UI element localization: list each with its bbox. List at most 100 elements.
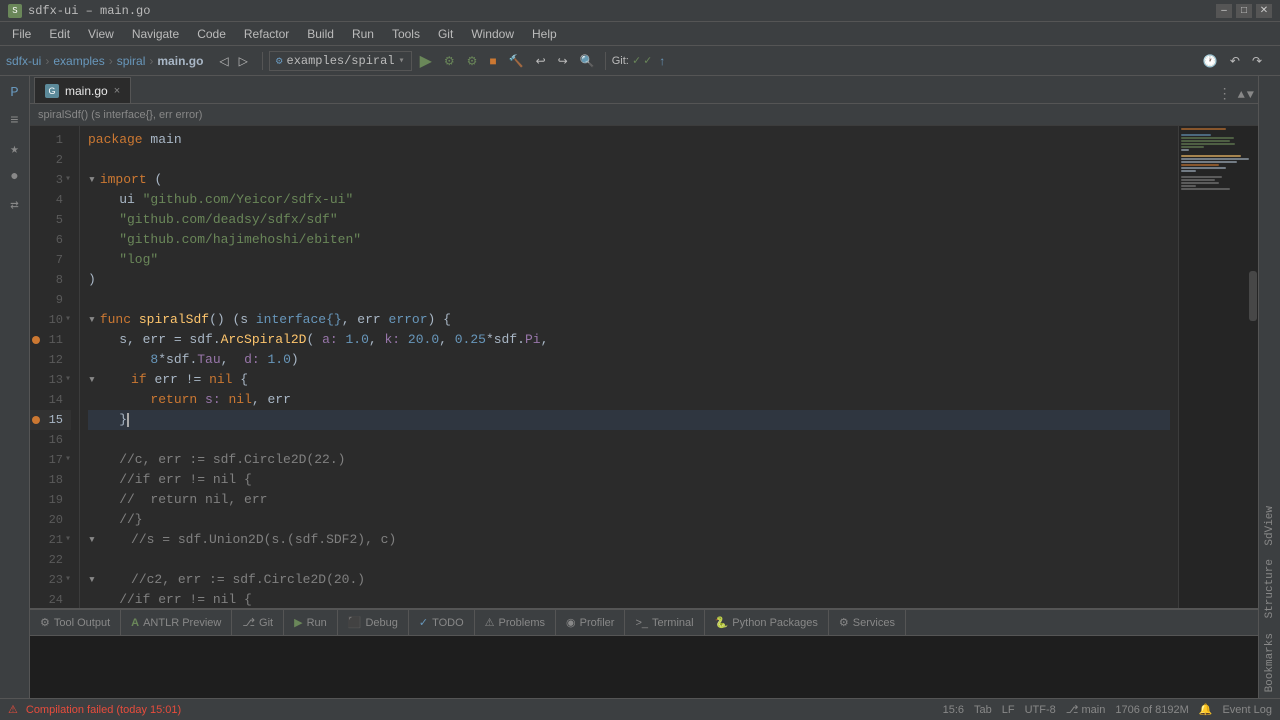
compile-error-icon: ⚠ — [8, 703, 18, 716]
menu-edit[interactable]: Edit — [41, 25, 78, 43]
run-button[interactable]: ▶ — [416, 49, 436, 73]
minimap-line — [1181, 167, 1226, 169]
breadcrumb-file[interactable]: main.go — [157, 54, 203, 68]
code-line-4: ui "github.com/Yeicor/sdfx-ui" — [88, 190, 1170, 210]
editor-tab-main-go[interactable]: G main.go × — [34, 77, 131, 103]
line-num-4: 4 — [30, 190, 71, 210]
tab-bar: G main.go × ⋮ ▲ ▼ — [30, 76, 1258, 104]
right-sidebar-structure[interactable]: Structure — [1262, 553, 1278, 624]
expand-button[interactable]: ▼ — [1247, 88, 1254, 102]
right-sidebar-sdview[interactable]: SdView — [1262, 500, 1278, 552]
menu-help[interactable]: Help — [524, 25, 565, 43]
bottom-tab-profiler[interactable]: ◉ Profiler — [556, 610, 625, 636]
breadcrumb: sdfx-ui › examples › spiral › main.go — [6, 54, 203, 68]
back-button[interactable]: ◁ — [215, 52, 232, 70]
stop-button[interactable]: ■ — [485, 52, 500, 70]
compile-error-text[interactable]: Compilation failed (today 15:01) — [26, 704, 181, 716]
menu-build[interactable]: Build — [299, 25, 342, 43]
minimap-scrollbar[interactable] — [1249, 271, 1257, 321]
redo-button[interactable]: ↷ — [1248, 52, 1266, 70]
breadcrumb-examples[interactable]: examples — [53, 54, 104, 68]
debug-icon: ⬛ — [348, 616, 362, 629]
coverage-button[interactable]: ⚙ — [463, 52, 482, 70]
code-line-10: ▾func spiralSdf() (s interface{}, err er… — [88, 310, 1170, 330]
nav-back[interactable]: ↩ — [532, 52, 550, 70]
bottom-tab-debug[interactable]: ⬛ Debug — [338, 610, 409, 636]
bottom-tab-run[interactable]: ▶ Run — [284, 610, 338, 636]
bottom-tab-terminal[interactable]: >_ Terminal — [625, 610, 704, 636]
history-button[interactable]: 🕐 — [1199, 52, 1222, 70]
tab-close-button[interactable]: × — [114, 85, 120, 97]
line-num-6: 6 — [30, 230, 71, 250]
build-button[interactable]: 🔨 — [505, 52, 528, 70]
forward-button[interactable]: ▷ — [235, 52, 252, 70]
line-num-9: 9 — [30, 290, 71, 310]
event-log-label[interactable]: Event Log — [1222, 704, 1272, 716]
nav-forward[interactable]: ↪ — [554, 52, 572, 70]
menu-refactor[interactable]: Refactor — [236, 25, 297, 43]
bottom-tab-antlr[interactable]: A ANTLR Preview — [121, 610, 232, 636]
line-num-8: 8 — [30, 270, 71, 290]
minimap-line — [1181, 134, 1211, 136]
git-push-button[interactable]: ↑ — [655, 52, 669, 70]
python-icon: 🐍 — [715, 616, 729, 629]
menu-run[interactable]: Run — [344, 25, 382, 43]
title-bar: S sdfx-ui – main.go – □ ✕ — [0, 0, 1280, 22]
line-numbers: 1 2 3▾ 4 5 6 7 8 9 10▾ 11 12 13▾ 14 15 1… — [30, 126, 80, 608]
sidebar-icon-structure[interactable]: ≡ — [2, 108, 28, 134]
code-line-5: "github.com/deadsy/sdfx/sdf" — [88, 210, 1170, 230]
indent-label[interactable]: Tab — [974, 704, 992, 716]
line-num-10: 10▾ — [30, 310, 71, 330]
maximize-button[interactable]: □ — [1236, 4, 1252, 18]
memory-info: 1706 of 8192M — [1115, 704, 1188, 716]
line-num-21: 21▾ — [30, 530, 71, 550]
menu-view[interactable]: View — [80, 25, 122, 43]
bottom-tab-todo[interactable]: ✓ TODO — [409, 610, 475, 636]
line-num-2: 2 — [30, 150, 71, 170]
minimap-line — [1181, 137, 1234, 139]
sidebar-icon-pull-requests[interactable]: ⇄ — [2, 192, 28, 218]
line-ending-label: LF — [1002, 704, 1015, 716]
go-file-icon: G — [45, 84, 59, 98]
run-icon: ▶ — [294, 616, 302, 629]
code-area[interactable]: package main ▾import ( ui "github.com/Ye… — [80, 126, 1178, 608]
breadcrumb-root[interactable]: sdfx-ui — [6, 54, 41, 68]
close-button[interactable]: ✕ — [1256, 4, 1272, 18]
status-right: 15:6 Tab LF UTF-8 ⎇ main 1706 of 8192M 🔔… — [943, 703, 1272, 716]
collapse-button[interactable]: ▲ — [1238, 88, 1245, 102]
search-button[interactable]: 🔍 — [576, 52, 599, 70]
git-check-1: ✓ — [633, 53, 640, 68]
bottom-tab-python-packages[interactable]: 🐍 Python Packages — [705, 610, 829, 636]
cursor-position[interactable]: 15:6 — [943, 704, 964, 716]
bottom-tab-problems[interactable]: ⚠ Problems — [475, 610, 556, 636]
menu-file[interactable]: File — [4, 25, 39, 43]
code-editor[interactable]: 1 2 3▾ 4 5 6 7 8 9 10▾ 11 12 13▾ 14 15 1… — [30, 126, 1258, 608]
menu-tools[interactable]: Tools — [384, 25, 428, 43]
sidebar-icon-bookmarks[interactable]: ★ — [2, 136, 28, 162]
bottom-tab-tool-output[interactable]: ⚙ Tool Output — [30, 610, 121, 636]
window-controls[interactable]: – □ ✕ — [1216, 4, 1272, 18]
app-icon: S — [8, 4, 22, 18]
line-num-3: 3▾ — [30, 170, 71, 190]
menu-git[interactable]: Git — [430, 25, 461, 43]
terminal-icon: >_ — [635, 617, 648, 629]
sidebar-icon-commit[interactable]: ● — [2, 164, 28, 190]
right-sidebar: SdView Structure Bookmarks — [1258, 76, 1280, 698]
sidebar-icon-project[interactable]: P — [2, 80, 28, 106]
right-sidebar-bookmarks[interactable]: Bookmarks — [1262, 627, 1278, 698]
menu-navigate[interactable]: Navigate — [124, 25, 187, 43]
menu-window[interactable]: Window — [463, 25, 522, 43]
run-config-selector[interactable]: ⚙ examples/spiral ▾ — [269, 51, 412, 71]
minimize-button[interactable]: – — [1216, 4, 1232, 18]
menu-code[interactable]: Code — [189, 25, 234, 43]
undo-button[interactable]: ↶ — [1226, 52, 1244, 70]
bottom-tab-services[interactable]: ⚙ Services — [829, 610, 906, 636]
debug-run-button[interactable]: ⚙ — [440, 52, 459, 70]
minimap-line — [1181, 143, 1235, 145]
tab-more-button[interactable]: ⋮ — [1218, 86, 1232, 103]
bottom-tab-git[interactable]: ⎇ Git — [232, 610, 284, 636]
breadcrumb-spiral[interactable]: spiral — [117, 54, 146, 68]
text-cursor — [127, 413, 129, 427]
window-title: sdfx-ui – main.go — [28, 4, 150, 18]
bottom-panel: ⚙ Tool Output A ANTLR Preview ⎇ Git ▶ Ru… — [30, 608, 1258, 698]
